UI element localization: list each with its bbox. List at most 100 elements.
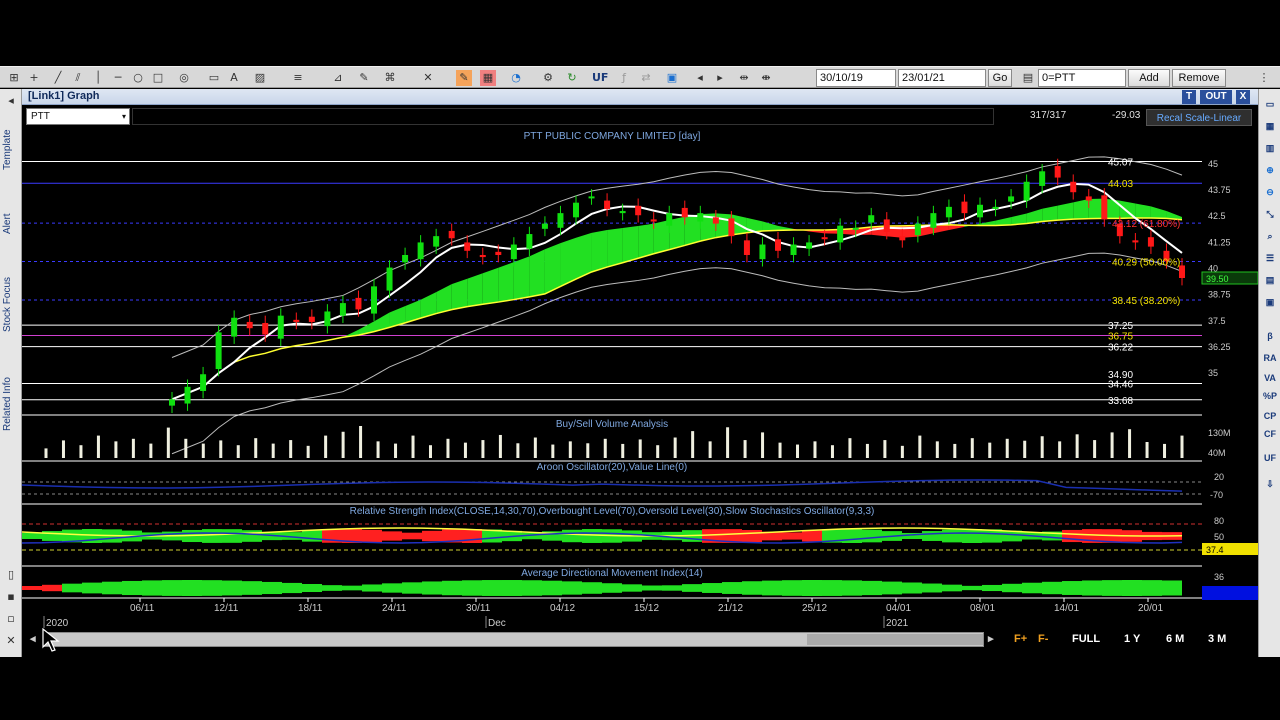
symbol-input[interactable]: PTT ▾ [26, 108, 130, 125]
template-button[interactable]: T [1182, 90, 1196, 104]
expand-icon[interactable]: ⇹ [736, 70, 752, 86]
f-tool-icon[interactable]: ƒ [616, 70, 632, 86]
range-full-button[interactable]: FULL [1072, 632, 1100, 647]
range-6m-button[interactable]: 6 M [1166, 632, 1184, 647]
new-doc-icon[interactable]: ▯ [3, 567, 19, 583]
shape-menu-icon[interactable]: ◎ [176, 70, 192, 86]
beta-button[interactable]: β [1262, 329, 1278, 343]
cf-button[interactable]: CF [1262, 427, 1278, 441]
time-scrollbar[interactable] [44, 632, 984, 647]
candle-body [169, 399, 175, 406]
parallel-line-icon[interactable]: ⫽ [70, 70, 86, 86]
scroll-left-icon[interactable]: ◂ [30, 632, 36, 647]
settings-icon[interactable]: ⚙ [540, 70, 556, 86]
candle-body [604, 200, 611, 209]
zoom-icon[interactable]: ⌕ [1262, 229, 1278, 243]
pct-p-button[interactable]: %P [1262, 389, 1278, 403]
volume-bar [778, 442, 782, 458]
date-to-input[interactable]: 23/01/21 [898, 69, 986, 87]
arrow-right-icon[interactable]: ▸ [712, 70, 728, 86]
adx-area-segment [642, 585, 662, 591]
text-tool-icon[interactable]: A [226, 70, 242, 86]
volume-bar [918, 435, 922, 458]
uf-button[interactable]: UF [592, 70, 608, 86]
circle-tool-icon[interactable]: ○ [130, 70, 146, 86]
zoom-in-button[interactable]: F+ [1014, 632, 1027, 647]
crosshair-side-icon[interactable]: ⤡ [1262, 207, 1278, 221]
tab-stock-focus[interactable]: Stock Focus [2, 259, 18, 349]
out-button[interactable]: OUT [1200, 90, 1232, 104]
add-indicator-icon[interactable]: ⊕ [1262, 163, 1278, 177]
vertical-line-icon[interactable]: │ [90, 70, 106, 86]
recal-scale-button[interactable]: Recal Scale-Linear [1146, 109, 1252, 126]
table-icon[interactable]: ▤ [1262, 273, 1278, 287]
uf-side-button[interactable]: UF [1262, 451, 1278, 465]
crosshair-icon[interactable]: ⊞ [6, 70, 22, 86]
sidebar-collapse-icon[interactable]: ◂ [3, 93, 19, 109]
save-icon[interactable]: ▪ [3, 589, 19, 605]
main-toolbar: ⊞ + ╱ ⫽ │ ─ ○ □ ◎ ▭ A ▨ ≡ ⊿ ✎ ⌘ ✕ ✎ ▦ ◔ … [0, 66, 1280, 88]
rsi-fill-segment [842, 529, 862, 543]
arrow-left-icon[interactable]: ◂ [692, 70, 708, 86]
adx-area-segment [662, 585, 682, 591]
fill-icon[interactable]: ▨ [252, 70, 268, 86]
pen-icon[interactable]: ✎ [356, 70, 372, 86]
draw-highlight-icon[interactable]: ✎ [456, 70, 472, 86]
range-1y-button[interactable]: 1 Y [1124, 632, 1140, 647]
eraser-icon[interactable]: ▭ [206, 70, 222, 86]
close-icon[interactable]: ✕ [3, 633, 19, 649]
candle-body [371, 286, 377, 314]
toolbar-scroll-icon[interactable]: ⋮ [1256, 70, 1272, 86]
delete-drawing-icon[interactable]: ✕ [420, 70, 436, 86]
adx-area-segment [1022, 582, 1042, 594]
fibonacci-icon[interactable]: ⊿ [330, 70, 346, 86]
chart-type-icon[interactable]: ▥ [1262, 141, 1278, 155]
scroll-right-icon[interactable]: ▸ [988, 632, 994, 647]
list-icon[interactable]: ≡ [290, 70, 306, 86]
collapse-icon[interactable]: ⇼ [758, 70, 774, 86]
tab-template[interactable]: Template [2, 115, 18, 185]
tab-related-info[interactable]: Related Info [2, 359, 18, 449]
volume-bar [1180, 435, 1184, 458]
rectangle-tool-icon[interactable]: □ [150, 70, 166, 86]
clear-icon[interactable]: ▦ [480, 70, 496, 86]
symbol-dropdown-icon[interactable]: ▾ [122, 109, 126, 124]
scroll-thumb[interactable] [807, 634, 983, 645]
page-icon[interactable]: ▭ [1262, 97, 1278, 111]
cloud-segment [762, 221, 778, 232]
chart-canvas[interactable]: PTT PUBLIC COMPANY LIMITED [day] 45.07 44… [22, 128, 1258, 632]
pattern-icon[interactable]: ⌘ [382, 70, 398, 86]
rsi-fill-segment [782, 532, 802, 540]
clock-icon[interactable]: ◔ [508, 70, 524, 86]
candle-body [619, 211, 626, 214]
tab-alert[interactable]: Alert [2, 199, 18, 249]
zoom-out-button[interactable]: F- [1038, 632, 1048, 647]
symbol-row: PTT ▾ 317/317 -29.03 Recal Scale-Linear [22, 106, 1258, 128]
grid-icon[interactable]: ▦ [1262, 119, 1278, 133]
volume-bar [796, 444, 800, 458]
plus-icon[interactable]: + [26, 70, 42, 86]
line-tool-icon[interactable]: ╱ [50, 70, 66, 86]
cp-button[interactable]: CP [1262, 409, 1278, 423]
refresh-icon[interactable]: ↻ [564, 70, 580, 86]
remove-button[interactable]: Remove [1172, 69, 1226, 87]
layers-icon[interactable]: ▣ [1262, 295, 1278, 309]
ra-button[interactable]: RA [1262, 351, 1278, 365]
date-from-input[interactable]: 30/10/19 [816, 69, 896, 87]
export-icon[interactable]: ⇩ [1262, 477, 1278, 491]
list-side-icon[interactable]: ☰ [1262, 251, 1278, 265]
image-icon[interactable]: ▣ [664, 70, 680, 86]
chart-area[interactable]: PTT PUBLIC COMPANY LIMITED [day] 45.07 44… [22, 128, 1258, 632]
range-3m-button[interactable]: 3 M [1208, 632, 1226, 647]
candle-body [215, 332, 222, 370]
va-button[interactable]: VA [1262, 371, 1278, 385]
print-icon[interactable]: ▫ [3, 611, 19, 627]
remove-indicator-icon[interactable]: ⊖ [1262, 185, 1278, 199]
go-button[interactable]: Go [988, 69, 1012, 87]
horizontal-line-icon[interactable]: ─ [110, 70, 126, 86]
window-close-button[interactable]: X [1236, 90, 1250, 104]
add-button[interactable]: Add [1128, 69, 1170, 87]
cloud-segment [436, 284, 452, 314]
compare-icon[interactable]: ⇄ [638, 70, 654, 86]
symbol-select[interactable]: 0=PTT [1038, 69, 1126, 87]
